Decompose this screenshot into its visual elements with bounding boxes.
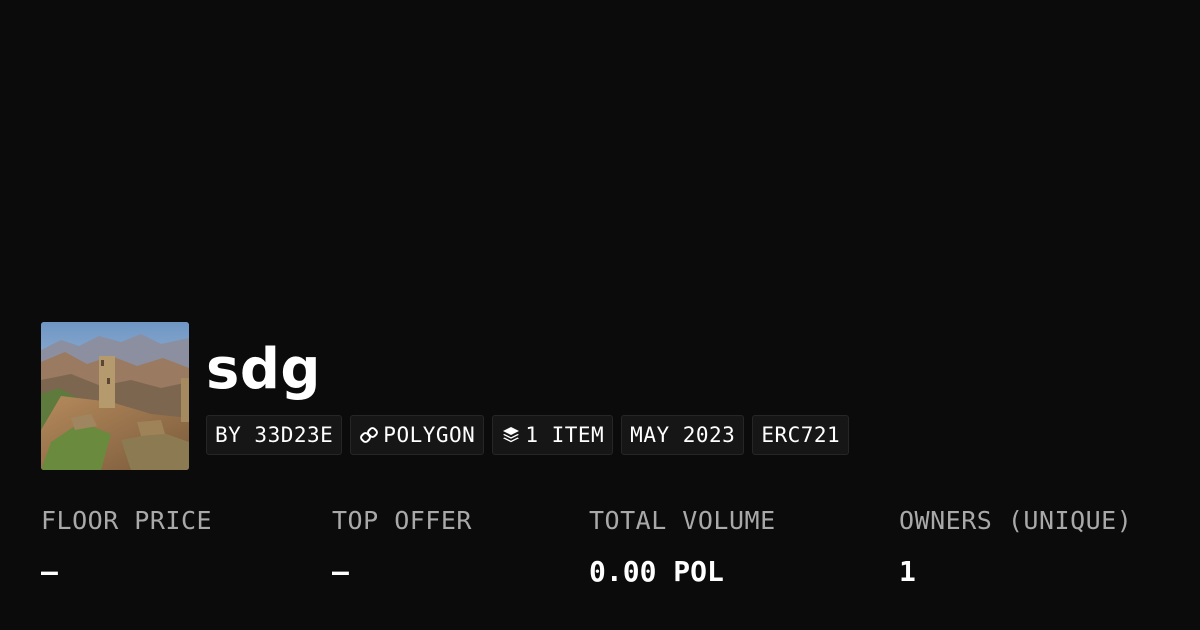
creator-label: BY 33D23E (215, 423, 334, 447)
stat-total-volume: TOTAL VOLUME 0.00 POL (589, 502, 776, 591)
stat-value: 1 (899, 555, 916, 588)
collection-tags: BY 33D23E POLYGON 1 ITEM MAY 2023 ERC721 (206, 415, 850, 455)
chain-tag[interactable]: POLYGON (350, 415, 485, 455)
link-icon (359, 425, 379, 445)
token-standard-label: ERC721 (761, 423, 841, 447)
token-standard-tag: ERC721 (752, 415, 850, 455)
created-date-label: MAY 2023 (630, 423, 736, 447)
stat-owners-unique: OWNERS (UNIQUE) 1 (899, 502, 1132, 591)
item-count-label: 1 ITEM (525, 423, 605, 447)
stat-label: OWNERS (UNIQUE) (899, 506, 1133, 535)
item-count-tag[interactable]: 1 ITEM (492, 415, 614, 455)
stat-floor-price: FLOOR PRICE – (41, 502, 212, 591)
stat-value: 0.00 POL (589, 555, 724, 588)
collection-thumbnail (41, 322, 189, 470)
stat-label: FLOOR PRICE (41, 506, 213, 535)
creator-tag[interactable]: BY 33D23E (206, 415, 343, 455)
stat-value: – (41, 555, 58, 588)
stat-label: TOTAL VOLUME (589, 506, 776, 535)
layers-icon (501, 425, 521, 445)
collection-title: sdg (206, 337, 322, 402)
stat-label: TOP OFFER (332, 506, 472, 535)
stat-top-offer: TOP OFFER – (332, 502, 472, 591)
stat-value: – (332, 555, 349, 588)
chain-label: POLYGON (383, 423, 476, 447)
created-date-tag: MAY 2023 (621, 415, 745, 455)
